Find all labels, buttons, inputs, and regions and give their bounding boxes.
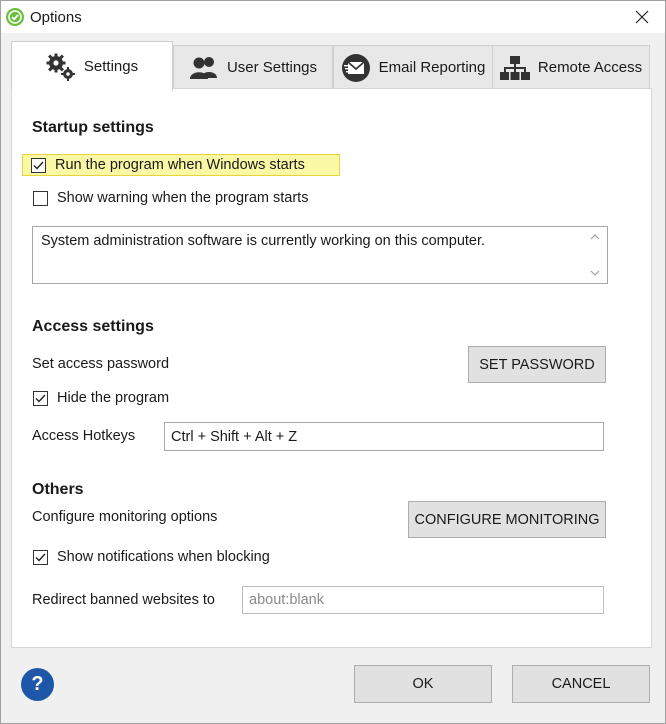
show-warning-checkbox[interactable] — [33, 190, 48, 206]
scroll-up-icon[interactable] — [589, 231, 601, 243]
tab-remote-access[interactable]: Remote Access — [492, 45, 650, 89]
cancel-button[interactable]: CANCEL — [512, 665, 650, 703]
tab-settings-label: Settings — [83, 58, 139, 75]
settings-panel: Startup settings Run the program when Wi… — [11, 88, 652, 648]
ok-button[interactable]: OK — [354, 665, 492, 703]
redirect-url-input[interactable]: about:blank — [242, 586, 604, 614]
configure-monitoring-label: Configure monitoring options — [32, 509, 218, 525]
tab-settings[interactable]: Settings — [11, 41, 173, 91]
email-icon — [341, 53, 371, 83]
show-warning-label: Show warning when the program starts — [57, 190, 309, 206]
window-title: Options — [30, 9, 82, 26]
tab-user-settings[interactable]: User Settings — [173, 45, 333, 89]
tab-email-reporting-label: Email Reporting — [378, 59, 486, 76]
run-on-start-checkbox[interactable] — [31, 157, 46, 173]
help-icon[interactable]: ? — [21, 668, 54, 701]
close-button[interactable] — [619, 1, 665, 33]
tab-remote-access-label: Remote Access — [537, 59, 643, 76]
tab-email-reporting[interactable]: Email Reporting — [333, 45, 493, 89]
gears-icon — [46, 53, 76, 81]
users-icon — [189, 56, 219, 80]
warning-message-textarea[interactable]: System administration software is curren… — [32, 226, 608, 284]
close-icon[interactable] — [635, 10, 649, 24]
hide-program-checkbox-row[interactable]: Hide the program — [33, 390, 169, 406]
app-icon — [6, 8, 24, 26]
access-hotkeys-value: Ctrl + Shift + Alt + Z — [171, 428, 298, 445]
access-hotkeys-input[interactable]: Ctrl + Shift + Alt + Z — [164, 422, 604, 451]
redirect-url-value: about:blank — [249, 592, 324, 608]
network-icon — [499, 55, 530, 81]
hide-program-label: Hide the program — [57, 390, 170, 406]
warning-message-text: System administration software is curren… — [41, 233, 486, 249]
redirect-banned-label: Redirect banned websites to — [32, 592, 215, 608]
others-heading: Others — [32, 481, 84, 498]
options-window: Options Settings User Settings Email Rep… — [0, 0, 666, 724]
checkmark-icon — [35, 394, 46, 403]
title-bar: Options — [1, 1, 665, 33]
show-notifications-checkbox[interactable] — [33, 549, 48, 565]
access-hotkeys-label: Access Hotkeys — [32, 428, 136, 444]
configure-monitoring-button[interactable]: CONFIGURE MONITORING — [408, 501, 606, 538]
set-password-label: Set access password — [32, 356, 170, 372]
tab-user-settings-label: User Settings — [226, 59, 318, 76]
run-on-start-checkbox-row[interactable]: Run the program when Windows starts — [22, 154, 340, 176]
startup-settings-heading: Startup settings — [32, 119, 154, 136]
show-notifications-label: Show notifications when blocking — [57, 549, 270, 565]
show-notifications-checkbox-row[interactable]: Show notifications when blocking — [33, 549, 270, 565]
checkmark-icon — [35, 553, 46, 562]
set-password-button[interactable]: SET PASSWORD — [468, 346, 606, 383]
scroll-down-icon[interactable] — [589, 267, 601, 279]
run-on-start-label: Run the program when Windows starts — [55, 157, 305, 173]
show-warning-checkbox-row[interactable]: Show warning when the program starts — [33, 190, 308, 206]
tab-strip: Settings User Settings Email Reporting R… — [11, 41, 651, 91]
checkmark-icon — [33, 161, 44, 170]
access-settings-heading: Access settings — [32, 318, 154, 335]
hide-program-checkbox[interactable] — [33, 390, 48, 406]
